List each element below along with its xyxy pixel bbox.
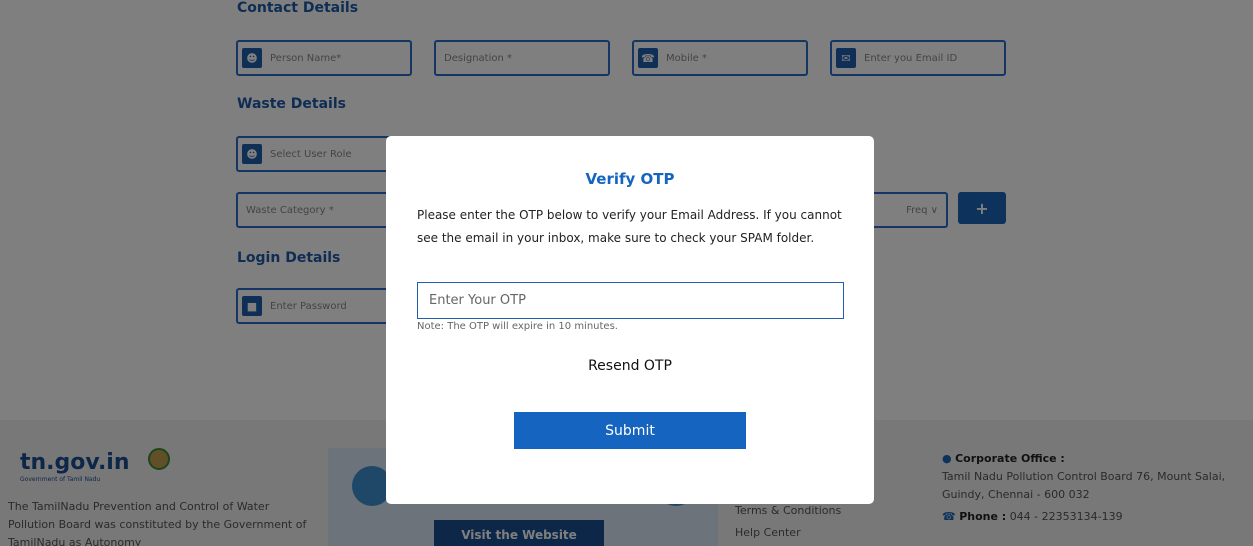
modal-title: Verify OTP bbox=[585, 170, 675, 188]
otp-expiry-note: Note: The OTP will expire in 10 minutes. bbox=[417, 321, 618, 332]
otp-input[interactable] bbox=[417, 282, 844, 319]
verify-otp-modal: Verify OTP Please enter the OTP below to… bbox=[386, 136, 874, 504]
modal-description: Please enter the OTP below to verify you… bbox=[417, 208, 842, 245]
resend-otp-link[interactable]: Resend OTP bbox=[386, 358, 874, 374]
submit-button[interactable]: Submit bbox=[514, 412, 746, 449]
